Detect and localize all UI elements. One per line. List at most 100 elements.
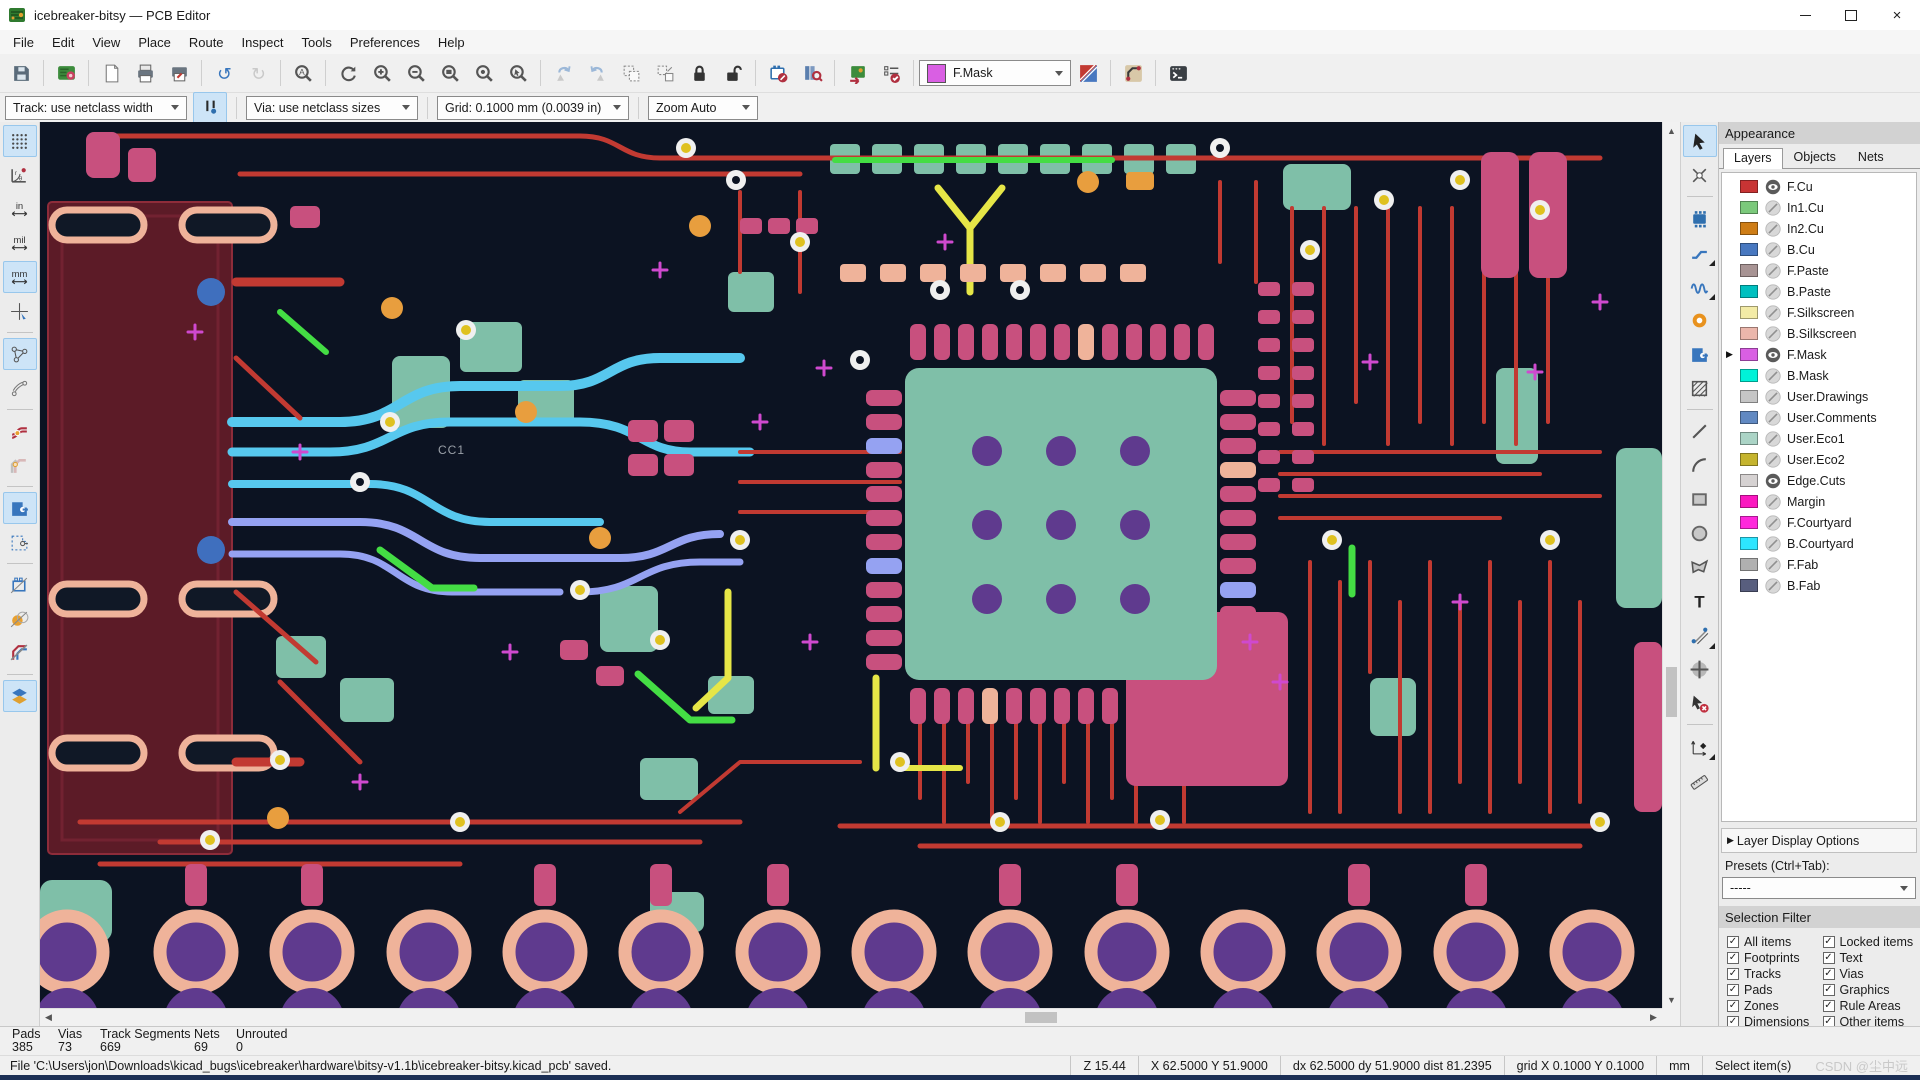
menu-place[interactable]: Place <box>129 30 180 54</box>
layer-row-in1-cu[interactable]: In1.Cu <box>1722 197 1916 218</box>
layer-color-swatch[interactable] <box>1740 369 1758 382</box>
layer-hidden-icon[interactable] <box>1763 513 1782 532</box>
layer-row-margin[interactable]: Margin <box>1722 491 1916 512</box>
local-ratsnest-button[interactable] <box>1683 159 1717 191</box>
zoom-in-button[interactable] <box>365 57 399 89</box>
add-filled-zone-button[interactable] <box>1683 338 1717 370</box>
layer-color-swatch[interactable] <box>1740 495 1758 508</box>
print-button[interactable] <box>128 57 162 89</box>
add-text-button[interactable]: T <box>1683 585 1717 617</box>
zone-fill-mode-button[interactable] <box>2 492 37 524</box>
layer-row-f-fab[interactable]: F.Fab <box>1722 554 1916 575</box>
layer-visible-eye-icon[interactable] <box>1763 471 1782 490</box>
horizontal-scroll-thumb[interactable] <box>1025 1012 1057 1023</box>
redo-button[interactable]: ↻ <box>241 57 275 89</box>
refresh-view-button[interactable] <box>331 57 365 89</box>
highlight-nets-button[interactable] <box>3 415 37 447</box>
zoom-dropdown[interactable]: Zoom Auto <box>648 95 758 120</box>
zoom-to-objects-button[interactable] <box>467 57 501 89</box>
layer-color-swatch[interactable] <box>1740 327 1758 340</box>
sketch-pads-button[interactable] <box>3 603 37 635</box>
layer-row-f-mask[interactable]: ▶ F.Mask <box>1722 344 1916 365</box>
layer-hidden-icon[interactable] <box>1763 492 1782 511</box>
tune-track-length-button[interactable] <box>1683 270 1717 302</box>
ungroup-items-button[interactable] <box>648 57 682 89</box>
filter-zones[interactable]: ✓ Zones <box>1727 998 1823 1013</box>
layer-row-user-eco1[interactable]: User.Eco1 <box>1722 428 1916 449</box>
layer-row-f-courtyard[interactable]: F.Courtyard <box>1722 512 1916 533</box>
checkbox-icon[interactable]: ✓ <box>1822 935 1835 948</box>
menu-tools[interactable]: Tools <box>292 30 340 54</box>
zoom-to-selection-button[interactable] <box>501 57 535 89</box>
zoom-out-button[interactable] <box>399 57 433 89</box>
draw-arc-button[interactable] <box>1683 449 1717 481</box>
layer-color-swatch[interactable] <box>1740 264 1758 277</box>
menu-preferences[interactable]: Preferences <box>341 30 429 54</box>
layer-color-swatch[interactable] <box>1740 537 1758 550</box>
tab-objects[interactable]: Objects <box>1783 147 1847 168</box>
layer-color-swatch[interactable] <box>1740 348 1758 361</box>
menu-edit[interactable]: Edit <box>43 30 83 54</box>
layer-hidden-icon[interactable] <box>1763 240 1782 259</box>
checkbox-icon[interactable]: ✓ <box>1727 983 1739 996</box>
rotate-cw-button[interactable] <box>580 57 614 89</box>
filter-rule-areas[interactable]: ✓ Rule Areas <box>1822 998 1919 1013</box>
sketch-tracks-button[interactable] <box>3 637 37 669</box>
vertical-scrollbar[interactable]: ▲ ▼ <box>1662 122 1680 1008</box>
checkbox-icon[interactable]: ✓ <box>1727 999 1739 1012</box>
filter-vias[interactable]: ✓ Vias <box>1822 966 1919 981</box>
filter-tracks[interactable]: ✓ Tracks <box>1727 966 1823 981</box>
grid-origin-button[interactable] <box>1683 730 1717 762</box>
layer-display-options[interactable]: ▶ Layer Display Options <box>1721 828 1917 853</box>
place-footprint-button[interactable] <box>1683 202 1717 234</box>
tab-layers[interactable]: Layers <box>1723 148 1783 169</box>
layer-hidden-icon[interactable] <box>1763 387 1782 406</box>
add-dimension-button[interactable] <box>1683 619 1717 651</box>
layer-visible-eye-icon[interactable] <box>1763 177 1782 196</box>
curved-ratsnest-button[interactable] <box>3 372 37 404</box>
find-button[interactable]: A <box>286 57 320 89</box>
layer-hidden-icon[interactable] <box>1763 324 1782 343</box>
layer-hidden-icon[interactable] <box>1763 429 1782 448</box>
layer-presentation-button[interactable] <box>1071 57 1105 89</box>
rotate-ccw-button[interactable] <box>546 57 580 89</box>
units-mm-button[interactable]: mm <box>2 261 37 293</box>
board-setup-button[interactable] <box>49 57 83 89</box>
scroll-right-icon[interactable]: ▶ <box>1645 1009 1662 1026</box>
filter-text[interactable]: ✓ Text <box>1822 950 1919 965</box>
units-inches-button[interactable]: in <box>3 193 37 225</box>
add-rule-area-button[interactable] <box>1683 372 1717 404</box>
layer-hidden-icon[interactable] <box>1763 198 1782 217</box>
layer-color-swatch[interactable] <box>1740 180 1758 193</box>
lock-items-button[interactable] <box>682 57 716 89</box>
scroll-down-icon[interactable]: ▼ <box>1663 991 1680 1008</box>
layer-row-in2-cu[interactable]: In2.Cu <box>1722 218 1916 239</box>
layer-hidden-icon[interactable] <box>1763 450 1782 469</box>
menu-route[interactable]: Route <box>180 30 233 54</box>
layer-row-f-paste[interactable]: F.Paste <box>1722 260 1916 281</box>
zoom-to-fit-button[interactable] <box>433 57 467 89</box>
save-button[interactable] <box>4 57 38 89</box>
layer-color-swatch[interactable] <box>1740 306 1758 319</box>
tab-nets[interactable]: Nets <box>1847 147 1895 168</box>
checkbox-icon[interactable]: ✓ <box>1822 967 1835 980</box>
page-settings-button[interactable] <box>94 57 128 89</box>
layer-visible-eye-icon[interactable] <box>1763 345 1782 364</box>
layer-color-swatch[interactable] <box>1740 432 1758 445</box>
layer-row-user-comments[interactable]: User.Comments <box>1722 407 1916 428</box>
plot-button[interactable] <box>162 57 196 89</box>
route-tracks-button[interactable] <box>1683 236 1717 268</box>
checkbox-icon[interactable]: ✓ <box>1727 967 1739 980</box>
layer-hidden-icon[interactable] <box>1763 303 1782 322</box>
filter-locked-items[interactable]: ✓ Locked items <box>1822 934 1919 949</box>
group-items-button[interactable] <box>614 57 648 89</box>
menu-file[interactable]: File <box>4 30 43 54</box>
scroll-up-icon[interactable]: ▲ <box>1663 122 1680 139</box>
zone-outline-mode-button[interactable] <box>3 526 37 558</box>
units-mils-button[interactable]: mil <box>3 227 37 259</box>
layer-row-user-drawings[interactable]: User.Drawings <box>1722 386 1916 407</box>
undo-button[interactable]: ↺ <box>207 57 241 89</box>
filter-pads[interactable]: ✓ Pads <box>1727 982 1823 997</box>
vertical-scroll-thumb[interactable] <box>1666 667 1677 717</box>
checkbox-icon[interactable]: ✓ <box>1727 951 1739 964</box>
